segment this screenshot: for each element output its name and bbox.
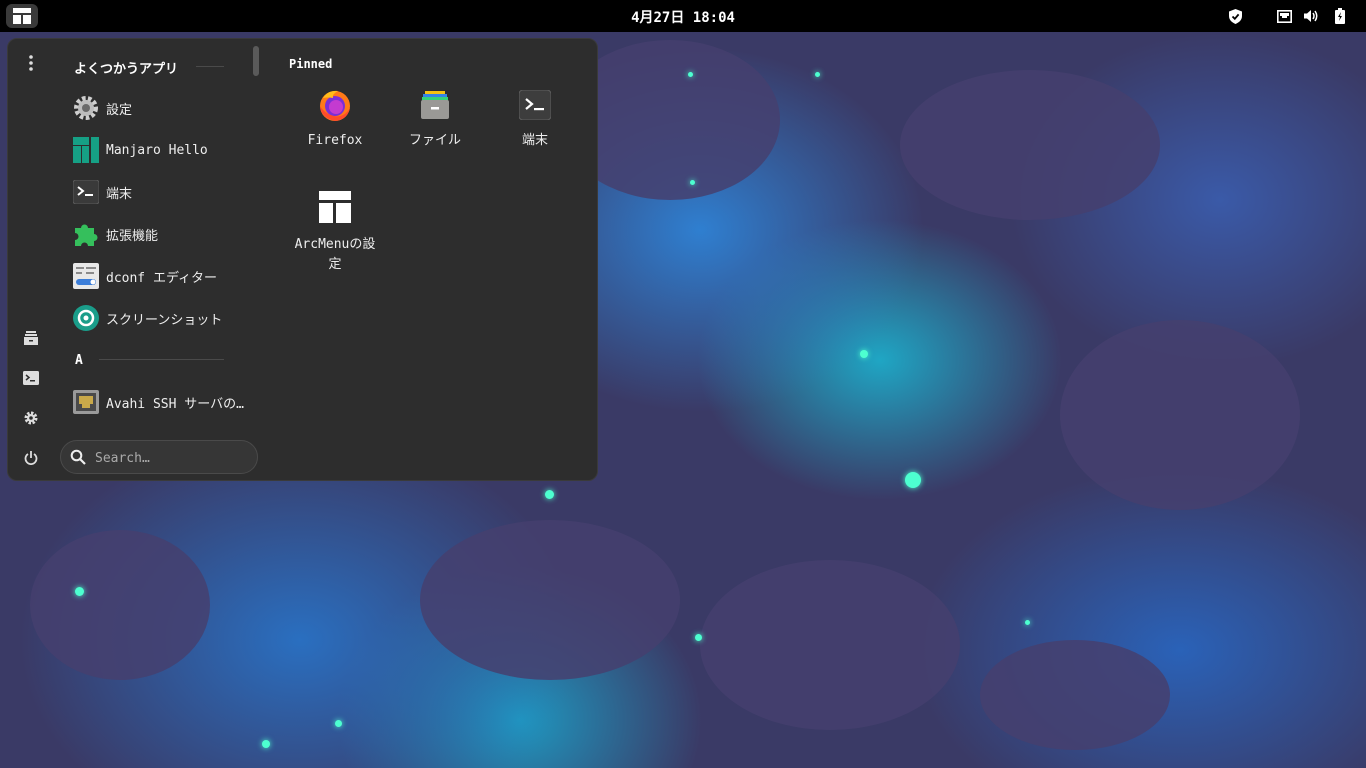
wallpaper-shape — [30, 530, 210, 680]
settings-icon — [24, 411, 38, 425]
pinned-heading: Pinned — [289, 57, 333, 71]
letter-section-heading: A — [75, 353, 83, 368]
wallpaper-shape — [700, 560, 960, 730]
terminal-icon — [23, 371, 39, 385]
options-menu-button[interactable] — [22, 54, 40, 72]
settings-gear-icon — [72, 94, 100, 122]
wallpaper-sparkle — [75, 587, 84, 596]
section-divider — [99, 359, 224, 360]
firefox-icon — [317, 87, 353, 123]
app-item-settings[interactable]: 設定 — [72, 91, 248, 125]
app-label: Avahi SSH サーバの… — [106, 396, 244, 412]
wallpaper-sparkle — [690, 180, 695, 185]
pinned-label: ファイル — [408, 133, 461, 148]
files-icon — [417, 87, 453, 123]
wallpaper-shape — [900, 70, 1160, 220]
app-label: Manjaro Hello — [106, 142, 208, 158]
app-list-scrollbar[interactable] — [253, 46, 259, 76]
wallpaper-shape — [980, 640, 1170, 750]
more-vertical-icon — [29, 55, 33, 71]
app-label: 端末 — [106, 186, 133, 202]
section-divider — [196, 66, 224, 67]
terminal-icon — [72, 178, 100, 206]
wallpaper-sparkle — [695, 634, 702, 641]
pinned-firefox[interactable]: Firefox — [287, 87, 383, 151]
wallpaper-sparkle — [545, 490, 554, 499]
terminal-icon — [517, 87, 553, 123]
app-label: dconf エディター — [106, 270, 218, 286]
sidebar-settings-button[interactable] — [22, 409, 40, 427]
screenshot-icon — [72, 304, 100, 332]
search-icon — [70, 449, 86, 465]
wallpaper-sparkle — [1025, 620, 1030, 625]
wallpaper-sparkle — [688, 72, 693, 77]
app-item-avahi-ssh[interactable]: Avahi SSH サーバの… — [72, 385, 248, 419]
app-item-screenshot[interactable]: スクリーンショット — [72, 301, 248, 335]
power-icon — [24, 451, 38, 465]
app-item-manjaro-hello[interactable]: Manjaro Hello — [72, 133, 248, 167]
wallpaper-sparkle — [262, 740, 270, 748]
network-wired-icon[interactable] — [1276, 8, 1292, 24]
pinned-terminal[interactable]: 端末 — [487, 87, 583, 151]
pinned-arcmenu-settings[interactable]: ArcMenuの設定 — [287, 187, 383, 275]
wallpaper-sparkle — [335, 720, 342, 727]
arcmenu-settings-icon — [317, 187, 353, 227]
arcmenu-panel: よくつかうアプリ 設定 Manjaro Hello 端末 拡張機能 dconf … — [7, 38, 598, 481]
arcmenu-layout-icon — [13, 8, 31, 24]
search-input[interactable] — [93, 447, 247, 469]
pinned-label: Firefox — [307, 133, 363, 148]
app-item-extensions[interactable]: 拡張機能 — [72, 217, 248, 251]
app-item-dconf-editor[interactable]: dconf エディター — [72, 259, 248, 293]
shield-icon[interactable] — [1228, 8, 1242, 24]
search-box[interactable] — [60, 440, 258, 474]
pinned-files[interactable]: ファイル — [387, 87, 483, 151]
volume-icon[interactable] — [1304, 8, 1320, 24]
wallpaper-shape — [1060, 320, 1300, 510]
app-label: スクリーンショット — [106, 312, 223, 328]
extensions-puzzle-icon — [72, 220, 100, 248]
frequent-apps-heading: よくつかうアプリ — [74, 62, 179, 77]
arcmenu-button[interactable] — [6, 4, 38, 28]
clock[interactable]: 4月27日 18:04 — [0, 7, 1366, 27]
files-icon — [24, 331, 38, 345]
sidebar-power-button[interactable] — [22, 449, 40, 467]
dconf-editor-icon — [72, 262, 100, 290]
pinned-label: ArcMenuの設定 — [294, 237, 376, 272]
manjaro-logo-icon — [72, 136, 100, 164]
battery-icon[interactable] — [1334, 8, 1346, 24]
app-label: 設定 — [106, 102, 133, 118]
wallpaper-sparkle — [905, 472, 921, 488]
app-item-terminal[interactable]: 端末 — [72, 175, 248, 209]
sidebar-files-button[interactable] — [22, 329, 40, 347]
network-server-icon — [72, 388, 100, 416]
app-label: 拡張機能 — [106, 228, 159, 244]
top-bar: 4月27日 18:04 — [0, 0, 1366, 32]
wallpaper-sparkle — [815, 72, 820, 77]
wallpaper-sparkle — [860, 350, 868, 358]
pinned-label: 端末 — [521, 133, 548, 148]
sidebar-terminal-button[interactable] — [22, 369, 40, 387]
wallpaper-shape — [420, 520, 680, 680]
